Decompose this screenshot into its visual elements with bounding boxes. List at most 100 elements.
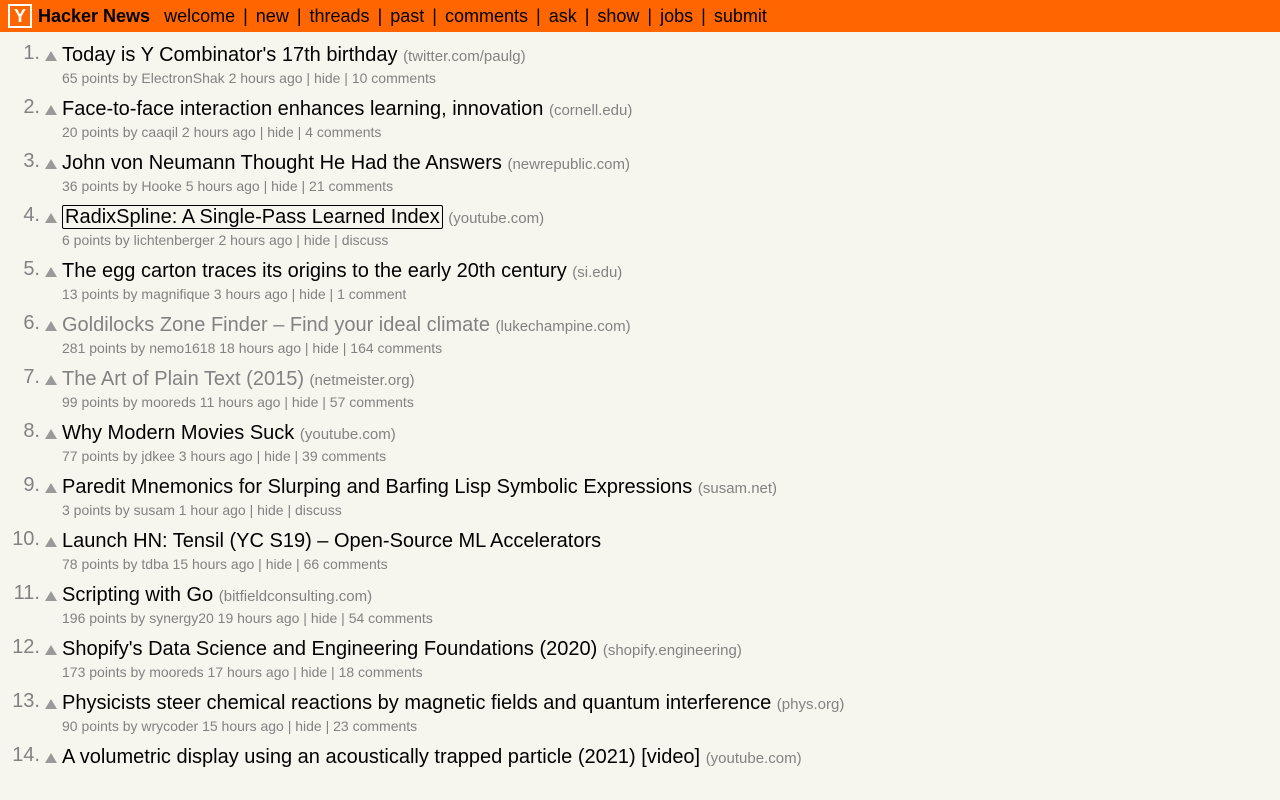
upvote-button[interactable]	[44, 744, 58, 766]
story-title-link[interactable]: The Art of Plain Text (2015)	[62, 368, 304, 390]
story-user-link[interactable]: caaqil	[141, 124, 178, 140]
story-domain[interactable]: (youtube.com)	[300, 426, 396, 443]
comments-link[interactable]: 54 comments	[349, 610, 433, 626]
story-domain[interactable]: (shopify.engineering)	[603, 642, 742, 659]
story-domain[interactable]: (phys.org)	[777, 696, 845, 713]
story-user-link[interactable]: susam	[134, 502, 175, 518]
upvote-button[interactable]	[44, 690, 58, 712]
story-user-link[interactable]: mooreds	[141, 394, 195, 410]
story-title-link[interactable]: A volumetric display using an acoustical…	[62, 746, 700, 768]
story-user-link[interactable]: nemo1618	[149, 340, 215, 356]
story-user-link[interactable]: synergy20	[149, 610, 214, 626]
story-age-link[interactable]: 1 hour ago	[179, 502, 246, 518]
hide-link[interactable]: hide	[312, 340, 338, 356]
upvote-button[interactable]	[44, 636, 58, 658]
story-domain[interactable]: (twitter.com/paulg)	[403, 48, 526, 65]
story-age-link[interactable]: 5 hours ago	[186, 178, 260, 194]
story-user-link[interactable]: Hooke	[141, 178, 181, 194]
upvote-button[interactable]	[44, 528, 58, 550]
upvote-button[interactable]	[44, 204, 58, 226]
story-domain[interactable]: (newrepublic.com)	[507, 156, 630, 173]
story-domain[interactable]: (susam.net)	[698, 480, 777, 497]
upvote-button[interactable]	[44, 366, 58, 388]
story-age-link[interactable]: 3 hours ago	[179, 448, 253, 464]
comments-link[interactable]: 23 comments	[333, 718, 417, 734]
story-title-link[interactable]: Scripting with Go	[62, 584, 213, 606]
story-domain[interactable]: (si.edu)	[572, 264, 622, 281]
logo-icon[interactable]: Y	[8, 4, 32, 28]
hide-link[interactable]: hide	[271, 178, 297, 194]
comments-link[interactable]: 66 comments	[304, 556, 388, 572]
story-user-link[interactable]: magnifique	[141, 286, 210, 302]
hide-link[interactable]: hide	[295, 718, 321, 734]
story-age-link[interactable]: 2 hours ago	[182, 124, 256, 140]
story-title-link[interactable]: John von Neumann Thought He Had the Answ…	[62, 152, 502, 174]
comments-link[interactable]: 57 comments	[330, 394, 414, 410]
story-age-link[interactable]: 2 hours ago	[229, 70, 303, 86]
comments-link[interactable]: 1 comment	[337, 286, 406, 302]
story-title-link[interactable]: Face-to-face interaction enhances learni…	[62, 98, 543, 120]
story-user-link[interactable]: tdba	[141, 556, 168, 572]
comments-link[interactable]: discuss	[295, 502, 342, 518]
story-age-link[interactable]: 3 hours ago	[214, 286, 288, 302]
story-title-link[interactable]: The egg carton traces its origins to the…	[62, 260, 567, 282]
story-domain[interactable]: (netmeister.org)	[310, 372, 415, 389]
hide-link[interactable]: hide	[299, 286, 325, 302]
comments-link[interactable]: 10 comments	[352, 70, 436, 86]
nav-welcome[interactable]: welcome	[164, 6, 235, 27]
story-title-link[interactable]: Goldilocks Zone Finder – Find your ideal…	[62, 314, 490, 336]
nav-submit[interactable]: submit	[714, 6, 767, 27]
nav-new[interactable]: new	[256, 6, 289, 27]
upvote-button[interactable]	[44, 150, 58, 172]
upvote-button[interactable]	[44, 96, 58, 118]
hide-link[interactable]: hide	[301, 664, 327, 680]
comments-link[interactable]: discuss	[342, 232, 389, 248]
story-age-link[interactable]: 11 hours ago	[200, 394, 281, 410]
story-age-link[interactable]: 17 hours ago	[208, 664, 290, 680]
hide-link[interactable]: hide	[267, 124, 293, 140]
upvote-button[interactable]	[44, 42, 58, 64]
story-age-link[interactable]: 18 hours ago	[219, 340, 301, 356]
story-title-link[interactable]: Today is Y Combinator's 17th birthday	[62, 44, 398, 66]
hide-link[interactable]: hide	[264, 448, 290, 464]
nav-jobs[interactable]: jobs	[660, 6, 693, 27]
comments-link[interactable]: 18 comments	[339, 664, 423, 680]
story-user-link[interactable]: ElectronShak	[141, 70, 224, 86]
story-domain[interactable]: (youtube.com)	[706, 750, 802, 767]
nav-comments[interactable]: comments	[445, 6, 528, 27]
brand-link[interactable]: Hacker News	[38, 6, 150, 27]
nav-show[interactable]: show	[597, 6, 639, 27]
hide-link[interactable]: hide	[266, 556, 292, 572]
story-title-link[interactable]: Shopify's Data Science and Engineering F…	[62, 638, 597, 660]
upvote-button[interactable]	[44, 258, 58, 280]
story-user-link[interactable]: wrycoder	[141, 718, 198, 734]
story-title-link[interactable]: Physicists steer chemical reactions by m…	[62, 692, 771, 714]
story-title-link[interactable]: RadixSpline: A Single-Pass Learned Index	[62, 205, 443, 229]
upvote-button[interactable]	[44, 312, 58, 334]
story-domain[interactable]: (bitfieldconsulting.com)	[219, 588, 372, 605]
comments-link[interactable]: 4 comments	[305, 124, 381, 140]
hide-link[interactable]: hide	[257, 502, 283, 518]
story-domain[interactable]: (cornell.edu)	[549, 102, 632, 119]
story-user-link[interactable]: jdkee	[141, 448, 174, 464]
story-domain[interactable]: (lukechampine.com)	[496, 318, 631, 335]
hide-link[interactable]: hide	[304, 232, 330, 248]
upvote-button[interactable]	[44, 420, 58, 442]
nav-past[interactable]: past	[390, 6, 424, 27]
hide-link[interactable]: hide	[314, 70, 340, 86]
story-title-link[interactable]: Paredit Mnemonics for Slurping and Barfi…	[62, 476, 692, 498]
story-user-link[interactable]: lichtenberger	[134, 232, 215, 248]
upvote-button[interactable]	[44, 474, 58, 496]
comments-link[interactable]: 39 comments	[302, 448, 386, 464]
hide-link[interactable]: hide	[292, 394, 318, 410]
story-domain[interactable]: (youtube.com)	[448, 210, 544, 227]
story-title-link[interactable]: Why Modern Movies Suck	[62, 422, 294, 444]
story-age-link[interactable]: 2 hours ago	[218, 232, 292, 248]
nav-threads[interactable]: threads	[310, 6, 370, 27]
story-age-link[interactable]: 15 hours ago	[202, 718, 284, 734]
story-age-link[interactable]: 19 hours ago	[218, 610, 300, 626]
hide-link[interactable]: hide	[311, 610, 337, 626]
nav-ask[interactable]: ask	[549, 6, 577, 27]
story-age-link[interactable]: 15 hours ago	[173, 556, 255, 572]
story-title-link[interactable]: Launch HN: Tensil (YC S19) – Open-Source…	[62, 530, 601, 552]
